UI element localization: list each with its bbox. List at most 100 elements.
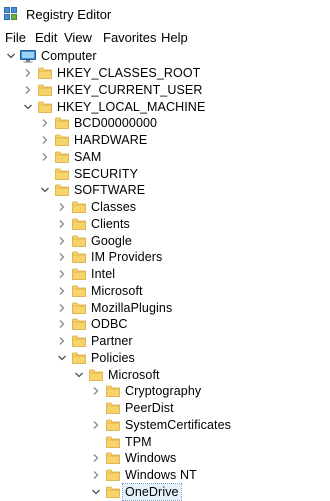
tree-node-windows-nt[interactable]: Windows NT (0, 467, 330, 484)
menu-edit[interactable]: Edit (35, 30, 57, 46)
folder-icon (72, 352, 86, 364)
tree-node-windows[interactable]: Windows (0, 450, 330, 467)
chevron-right-icon[interactable] (56, 233, 68, 249)
tree-node-security[interactable]: SECURITY (0, 165, 330, 182)
title-bar: Registry Editor (0, 0, 330, 30)
tree-node-odbc[interactable]: ODBC (0, 316, 330, 333)
folder-icon (72, 235, 86, 247)
tree-node-label: Classes (91, 200, 137, 215)
tree-node-label: Cryptography (125, 384, 202, 399)
chevron-right-icon[interactable] (90, 417, 102, 433)
tree-node-google[interactable]: Google (0, 232, 330, 249)
registry-editor-icon (4, 7, 17, 20)
tree-node-cryptography[interactable]: Cryptography (0, 383, 330, 400)
folder-icon (72, 318, 86, 331)
tree-node-intel[interactable]: Intel (0, 266, 330, 283)
tree-node-partner[interactable]: Partner (0, 333, 330, 350)
folder-icon (106, 452, 120, 465)
chevron-right-icon[interactable] (90, 467, 102, 483)
registry-tree-view[interactable]: Computer HKEY_CLASSES_ROOT HKEY_CURRENT_US… (0, 48, 330, 501)
tree-node-hkey-classes-root[interactable]: HKEY_CLASSES_ROOT (0, 65, 330, 82)
folder-icon (72, 218, 86, 230)
chevron-right-icon[interactable] (39, 132, 51, 148)
tree-node-label: IM Providers (91, 250, 163, 265)
menu-view[interactable]: View (64, 30, 92, 46)
folder-icon (55, 151, 69, 163)
chevron-right-icon[interactable] (56, 333, 68, 349)
tree-node-label: Intel (91, 267, 116, 282)
folder-icon (72, 268, 86, 281)
tree-node-label: ODBC (91, 317, 128, 332)
menu-help[interactable]: Help (161, 30, 188, 46)
chevron-right-icon[interactable] (56, 216, 68, 232)
chevron-down-icon[interactable] (22, 99, 34, 115)
chevron-right-icon[interactable] (56, 266, 68, 282)
tree-node-computer[interactable]: Computer (0, 48, 330, 65)
chevron-down-icon[interactable] (5, 48, 17, 64)
tree-node-classes[interactable]: Classes (0, 199, 330, 216)
chevron-right-icon[interactable] (39, 115, 51, 131)
tree-node-mozillaplugins[interactable]: MozillaPlugins (0, 299, 330, 316)
menu-file[interactable]: File (5, 30, 26, 46)
folder-icon (106, 486, 120, 498)
chevron-right-icon[interactable] (56, 249, 68, 265)
tree-node-software[interactable]: SOFTWARE (0, 182, 330, 199)
tree-node-label: HARDWARE (74, 133, 148, 148)
tree-node-label: SECURITY (74, 166, 139, 181)
folder-icon (89, 369, 103, 381)
tree-node-hardware[interactable]: HARDWARE (0, 132, 330, 149)
tree-node-tpm[interactable]: TPM (0, 433, 330, 450)
menu-favorites[interactable]: Favorites (103, 30, 156, 46)
tree-node-label: BCD00000000 (74, 116, 158, 131)
tree-node-microsoft[interactable]: Microsoft (0, 366, 330, 383)
tree-node-label: PeerDist (125, 401, 174, 416)
tree-node-label: Computer (41, 49, 97, 64)
tree-node-hkey-local-machine[interactable]: HKEY_LOCAL_MACHINE (0, 98, 330, 115)
folder-icon (106, 469, 120, 482)
chevron-right-icon[interactable] (56, 300, 68, 316)
tree-node-hkey-current-user[interactable]: HKEY_CURRENT_USER (0, 82, 330, 99)
tree-node-peerdist[interactable]: PeerDist (0, 400, 330, 417)
folder-icon (106, 419, 120, 431)
chevron-right-icon[interactable] (39, 149, 51, 165)
tree-node-label: Microsoft (91, 283, 143, 298)
chevron-right-icon[interactable] (56, 316, 68, 332)
chevron-right-icon[interactable] (90, 383, 102, 399)
chevron-right-icon[interactable] (90, 450, 102, 466)
tree-node-onedrive[interactable]: OneDrive (0, 482, 330, 501)
chevron-down-icon[interactable] (56, 350, 68, 366)
chevron-down-icon[interactable] (73, 367, 85, 383)
tree-node-microsoft[interactable]: Microsoft (0, 283, 330, 300)
tree-node-label: HKEY_LOCAL_MACHINE (57, 99, 206, 114)
folder-icon (55, 184, 69, 197)
chevron-right-icon[interactable] (56, 199, 68, 215)
folder-icon (72, 302, 86, 314)
tree-node-label-selected: OneDrive (122, 482, 182, 501)
tree-node-im-providers[interactable]: IM Providers (0, 249, 330, 266)
folder-icon (106, 385, 120, 398)
folder-icon (106, 436, 120, 448)
tree-node-label: Google (91, 233, 132, 248)
tree-node-label: TPM (125, 434, 152, 449)
folder-icon (55, 117, 69, 130)
folder-icon (55, 168, 69, 180)
chevron-down-icon[interactable] (39, 182, 51, 198)
chevron-down-icon[interactable] (90, 484, 102, 500)
tree-node-policies[interactable]: Policies (0, 350, 330, 367)
folder-icon (38, 101, 52, 113)
folder-icon (72, 335, 86, 348)
chevron-right-icon[interactable] (56, 283, 68, 299)
chevron-right-icon[interactable] (22, 65, 34, 81)
tree-node-sam[interactable]: SAM (0, 149, 330, 166)
tree-node-label: Clients (91, 216, 130, 231)
tree-node-bcd00000000[interactable]: BCD00000000 (0, 115, 330, 132)
tree-node-systemcertificates[interactable]: SystemCertificates (0, 417, 330, 434)
tree-node-clients[interactable]: Clients (0, 216, 330, 233)
tree-node-label: SystemCertificates (125, 417, 231, 432)
chevron-right-icon[interactable] (22, 82, 34, 98)
folder-icon (106, 402, 120, 415)
folder-icon (72, 201, 86, 214)
tree-node-label: Windows NT (125, 468, 197, 483)
